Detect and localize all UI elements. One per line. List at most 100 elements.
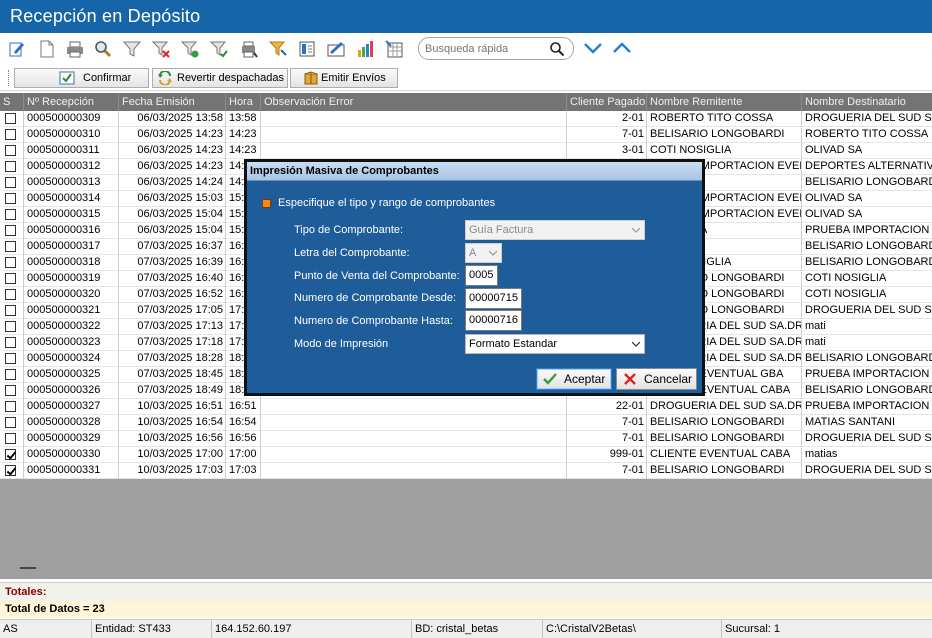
row-select-cell xyxy=(0,415,24,431)
punto-input[interactable]: 0005 xyxy=(465,265,498,286)
row-select-cell xyxy=(0,223,24,239)
row-checkbox[interactable] xyxy=(5,401,16,412)
row-checkbox[interactable] xyxy=(5,305,16,316)
tipo-select[interactable]: Guía Factura xyxy=(465,220,645,240)
new-document-icon[interactable] xyxy=(38,40,56,58)
row-checkbox[interactable] xyxy=(5,145,16,156)
letra-label: Letra del Comprobante: xyxy=(294,247,410,259)
table-row[interactable]: 000500000309 06/03/2025 13:58 13:58 2-01 ROB… xyxy=(0,111,932,127)
zoom-icon[interactable] xyxy=(94,40,112,58)
dialog-title[interactable]: Impresión Masiva de Comprobantes xyxy=(247,162,702,181)
cell-nro: 000500000321 xyxy=(24,303,119,319)
cell-hora: 14:23 xyxy=(226,127,261,143)
row-checkbox[interactable] xyxy=(5,417,16,428)
dialog-instruction: Especifique el tipo y rango de comproban… xyxy=(262,197,495,210)
col-header-remitente[interactable]: Nombre Remitente xyxy=(647,93,802,111)
emit-shipments-button[interactable]: Emitir Envíos xyxy=(290,68,398,88)
row-checkbox[interactable] xyxy=(5,209,16,220)
row-checkbox[interactable] xyxy=(5,465,16,476)
row-checkbox[interactable] xyxy=(5,241,16,252)
col-header-s[interactable]: S xyxy=(0,93,24,111)
desde-input[interactable]: 00000715 xyxy=(465,288,522,309)
revert-dispatched-button[interactable]: Revertir despachadas xyxy=(152,68,288,88)
cell-obs xyxy=(261,399,567,415)
table-row[interactable]: 000500000328 10/03/2025 16:54 16:54 7-01 BEL… xyxy=(0,415,932,431)
col-header-hora[interactable]: Hora xyxy=(226,93,261,111)
row-checkbox[interactable] xyxy=(5,257,16,268)
row-select-cell xyxy=(0,303,24,319)
row-checkbox[interactable] xyxy=(5,129,16,140)
modo-select[interactable]: Formato Estandar xyxy=(465,334,645,354)
search-icon[interactable] xyxy=(549,41,565,57)
row-checkbox[interactable] xyxy=(5,433,16,444)
col-header-destinatario[interactable]: Nombre Destinatario xyxy=(802,93,932,111)
row-checkbox[interactable] xyxy=(5,385,16,396)
table-row[interactable]: 000500000311 06/03/2025 14:23 14:23 3-01 COT… xyxy=(0,143,932,159)
table-row[interactable]: 000500000329 10/03/2025 16:56 16:56 7-01 BEL… xyxy=(0,431,932,447)
filter-apply-icon[interactable] xyxy=(181,40,199,58)
confirm-label: Confirmar xyxy=(83,72,132,84)
chevron-down-icon[interactable] xyxy=(583,40,603,56)
quick-search[interactable] xyxy=(418,37,574,60)
table-row[interactable]: 000500000330 10/03/2025 17:00 17:00 999-01 C… xyxy=(0,447,932,463)
edit-form-icon[interactable] xyxy=(327,40,345,58)
toolbar-grip[interactable] xyxy=(8,70,11,86)
col-header-nro[interactable]: Nº Recepción xyxy=(24,93,119,111)
chevron-up-icon[interactable] xyxy=(612,40,632,56)
row-checkbox[interactable] xyxy=(5,289,16,300)
row-checkbox[interactable] xyxy=(5,353,16,364)
col-header-obs[interactable]: Observación Error xyxy=(261,93,567,111)
print-icon[interactable] xyxy=(66,40,84,58)
confirm-button[interactable]: Confirmar xyxy=(14,68,149,88)
edit-icon[interactable] xyxy=(8,40,26,58)
cell-remitente: CLIENTE EVENTUAL CABA xyxy=(647,447,802,463)
filter-icon[interactable] xyxy=(123,40,141,58)
cell-nro: 000500000312 xyxy=(24,159,119,175)
export-filter-icon[interactable] xyxy=(269,40,287,58)
accept-button[interactable]: Aceptar xyxy=(536,368,612,390)
bar-chart-icon[interactable] xyxy=(356,40,374,58)
cell-destinatario: MATIAS SANTANI xyxy=(805,416,896,428)
table-grid-icon[interactable] xyxy=(385,40,403,58)
cell-destinatario: OLIVAD SA xyxy=(805,208,863,220)
table-row[interactable]: 000500000331 10/03/2025 17:03 17:03 7-01 BEL… xyxy=(0,463,932,479)
filter-clear-icon[interactable] xyxy=(210,40,228,58)
row-checkbox[interactable] xyxy=(5,337,16,348)
table-row[interactable]: 000500000310 06/03/2025 14:23 14:23 7-01 BEL… xyxy=(0,127,932,143)
row-checkbox[interactable] xyxy=(5,177,16,188)
close-icon xyxy=(624,373,636,385)
row-checkbox[interactable] xyxy=(5,193,16,204)
col-header-fecha[interactable]: Fecha Emisión xyxy=(119,93,226,111)
search-input[interactable] xyxy=(425,41,545,57)
print-preview-icon[interactable] xyxy=(240,40,258,58)
cell-nro: 000500000325 xyxy=(24,367,119,383)
letra-select[interactable]: A xyxy=(465,243,502,263)
form-view-icon[interactable] xyxy=(298,40,316,58)
cell-fecha: 06/03/2025 13:58 xyxy=(119,111,226,127)
col-header-cliente[interactable]: Cliente Pagador xyxy=(567,93,647,111)
minimize-handle[interactable] xyxy=(20,567,36,569)
row-select-cell xyxy=(0,239,24,255)
row-checkbox[interactable] xyxy=(5,321,16,332)
cell-nro: 000500000311 xyxy=(24,143,119,159)
cell-hora: 16:51 xyxy=(226,399,261,415)
table-row[interactable]: 000500000327 10/03/2025 16:51 16:51 22-01 DR… xyxy=(0,399,932,415)
row-checkbox[interactable] xyxy=(5,369,16,380)
cell-nro: 000500000324 xyxy=(24,351,119,367)
cell-cliente: 7-01 xyxy=(567,415,647,431)
cell-cliente: 7-01 xyxy=(567,431,647,447)
punto-label: Punto de Venta del Comprobante: xyxy=(294,270,460,282)
cell-remitente: COTI NOSIGLIA xyxy=(647,143,802,159)
grid-empty-area xyxy=(0,479,932,579)
row-checkbox[interactable] xyxy=(5,273,16,284)
cell-fecha: 07/03/2025 16:52 xyxy=(119,287,226,303)
hasta-input[interactable]: 00000716 xyxy=(465,310,522,331)
row-checkbox[interactable] xyxy=(5,161,16,172)
chevron-down-icon xyxy=(489,250,497,256)
row-checkbox[interactable] xyxy=(5,449,16,460)
cancel-button[interactable]: Cancelar xyxy=(616,368,697,390)
filter-remove-icon[interactable] xyxy=(152,40,170,58)
row-select-cell xyxy=(0,335,24,351)
row-checkbox[interactable] xyxy=(5,225,16,236)
row-checkbox[interactable] xyxy=(5,113,16,124)
